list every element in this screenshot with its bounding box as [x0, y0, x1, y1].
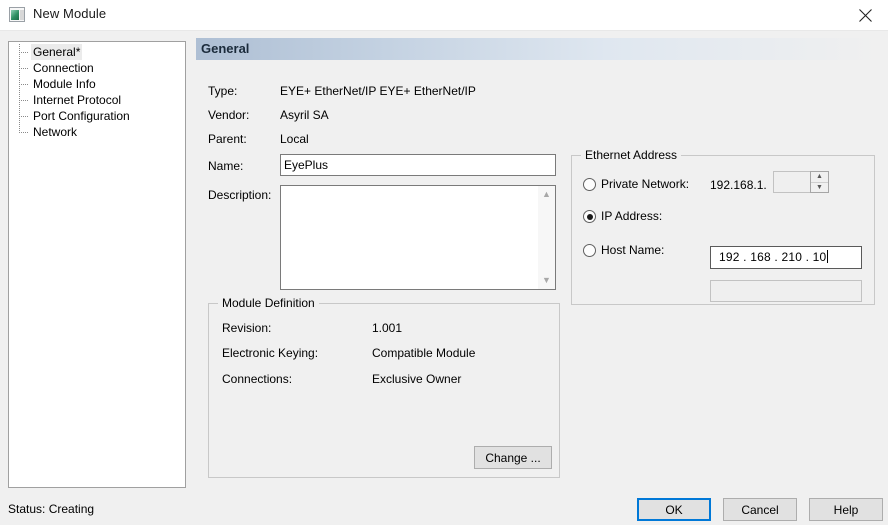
sidebar-item-label: Connection — [33, 61, 94, 75]
sidebar-item-label: Module Info — [33, 77, 96, 91]
sidebar-item-port-configuration[interactable]: Port Configuration — [9, 108, 185, 124]
tree-elbow-icon — [19, 60, 30, 76]
sidebar-item-internet-protocol[interactable]: Internet Protocol — [9, 92, 185, 108]
tree-elbow-icon — [19, 124, 30, 140]
connections-value: Exclusive Owner — [372, 372, 462, 386]
general-pane: General Type: EYE+ EtherNet/IP EYE+ Ethe… — [196, 38, 880, 488]
private-network-input[interactable] — [773, 171, 811, 193]
tree-elbow-icon — [19, 92, 30, 108]
name-input[interactable] — [280, 154, 556, 176]
revision-label: Revision: — [222, 321, 272, 335]
ip-address-value: 192 . 168 . 210 . 10 — [719, 250, 827, 264]
stepper-buttons[interactable]: ▲ ▼ — [810, 171, 829, 193]
sidebar-item-label: Internet Protocol — [33, 93, 122, 107]
ok-button[interactable]: OK — [637, 498, 711, 521]
ip-address-label: IP Address: — [601, 209, 663, 223]
type-value: EYE+ EtherNet/IP EYE+ EtherNet/IP — [280, 84, 476, 98]
host-name-radio[interactable] — [583, 244, 596, 257]
module-definition-group: Module Definition Revision: 1.001 Electr… — [208, 296, 560, 478]
host-name-input[interactable] — [710, 280, 862, 302]
description-field-wrapper: ▲ ▼ — [280, 185, 556, 290]
ip-address-input[interactable]: 192 . 168 . 210 . 10 — [710, 246, 862, 269]
parent-value: Local — [280, 132, 309, 146]
ip-address-radio[interactable] — [583, 210, 596, 223]
revision-value: 1.001 — [372, 321, 403, 335]
change-button[interactable]: Change ... — [474, 446, 552, 469]
module-icon — [9, 7, 25, 22]
name-label: Name: — [208, 159, 244, 173]
text-caret — [827, 250, 829, 263]
cancel-button[interactable]: Cancel — [723, 498, 797, 521]
close-icon[interactable] — [843, 0, 888, 29]
sidebar-item-label: General* — [31, 44, 83, 60]
host-name-label: Host Name: — [601, 243, 665, 257]
ethernet-address-group-title: Ethernet Address — [581, 148, 682, 162]
sidebar-item-connection[interactable]: Connection — [9, 60, 185, 76]
private-network-label: Private Network: — [601, 177, 690, 191]
section-header: General — [196, 38, 880, 60]
description-label: Description: — [208, 188, 272, 202]
private-network-prefix: 192.168.1. — [710, 178, 767, 192]
sidebar-item-network[interactable]: Network — [9, 124, 185, 140]
page-title: General — [201, 41, 250, 56]
status-text: Status: Creating — [8, 502, 95, 516]
description-scrollbar[interactable]: ▲ ▼ — [538, 186, 555, 289]
spinner-down-icon[interactable]: ▼ — [811, 183, 828, 193]
sidebar-item-general[interactable]: General* — [9, 44, 185, 60]
parent-label: Parent: — [208, 132, 247, 146]
title-bar: New Module — [0, 0, 888, 31]
tree-elbow-icon — [19, 76, 30, 92]
vendor-label: Vendor: — [208, 108, 250, 122]
connections-label: Connections: — [222, 372, 293, 386]
vendor-value: Asyril SA — [280, 108, 329, 122]
navigation-tree[interactable]: General* Connection Module Info Internet… — [8, 41, 186, 488]
electronic-keying-value: Compatible Module — [372, 346, 476, 360]
spinner-up-icon[interactable]: ▲ — [811, 172, 828, 183]
private-network-stepper[interactable]: ▲ ▼ — [773, 171, 829, 193]
type-label: Type: — [208, 84, 238, 98]
help-button[interactable]: Help — [809, 498, 883, 521]
description-input[interactable] — [281, 186, 539, 289]
sidebar-item-module-info[interactable]: Module Info — [9, 76, 185, 92]
tree-elbow-icon — [19, 108, 30, 124]
tree-elbow-icon — [19, 44, 30, 60]
window-title: New Module — [33, 6, 107, 21]
ethernet-address-group: Ethernet Address Private Network: 192.16… — [571, 148, 875, 305]
sidebar-item-label: Network — [33, 125, 78, 139]
chevron-down-icon[interactable]: ▼ — [538, 272, 555, 289]
chevron-up-icon[interactable]: ▲ — [538, 186, 555, 203]
module-definition-group-title: Module Definition — [218, 296, 319, 310]
sidebar-item-label: Port Configuration — [33, 109, 130, 123]
electronic-keying-label: Electronic Keying: — [222, 346, 319, 360]
private-network-radio[interactable] — [583, 178, 596, 191]
